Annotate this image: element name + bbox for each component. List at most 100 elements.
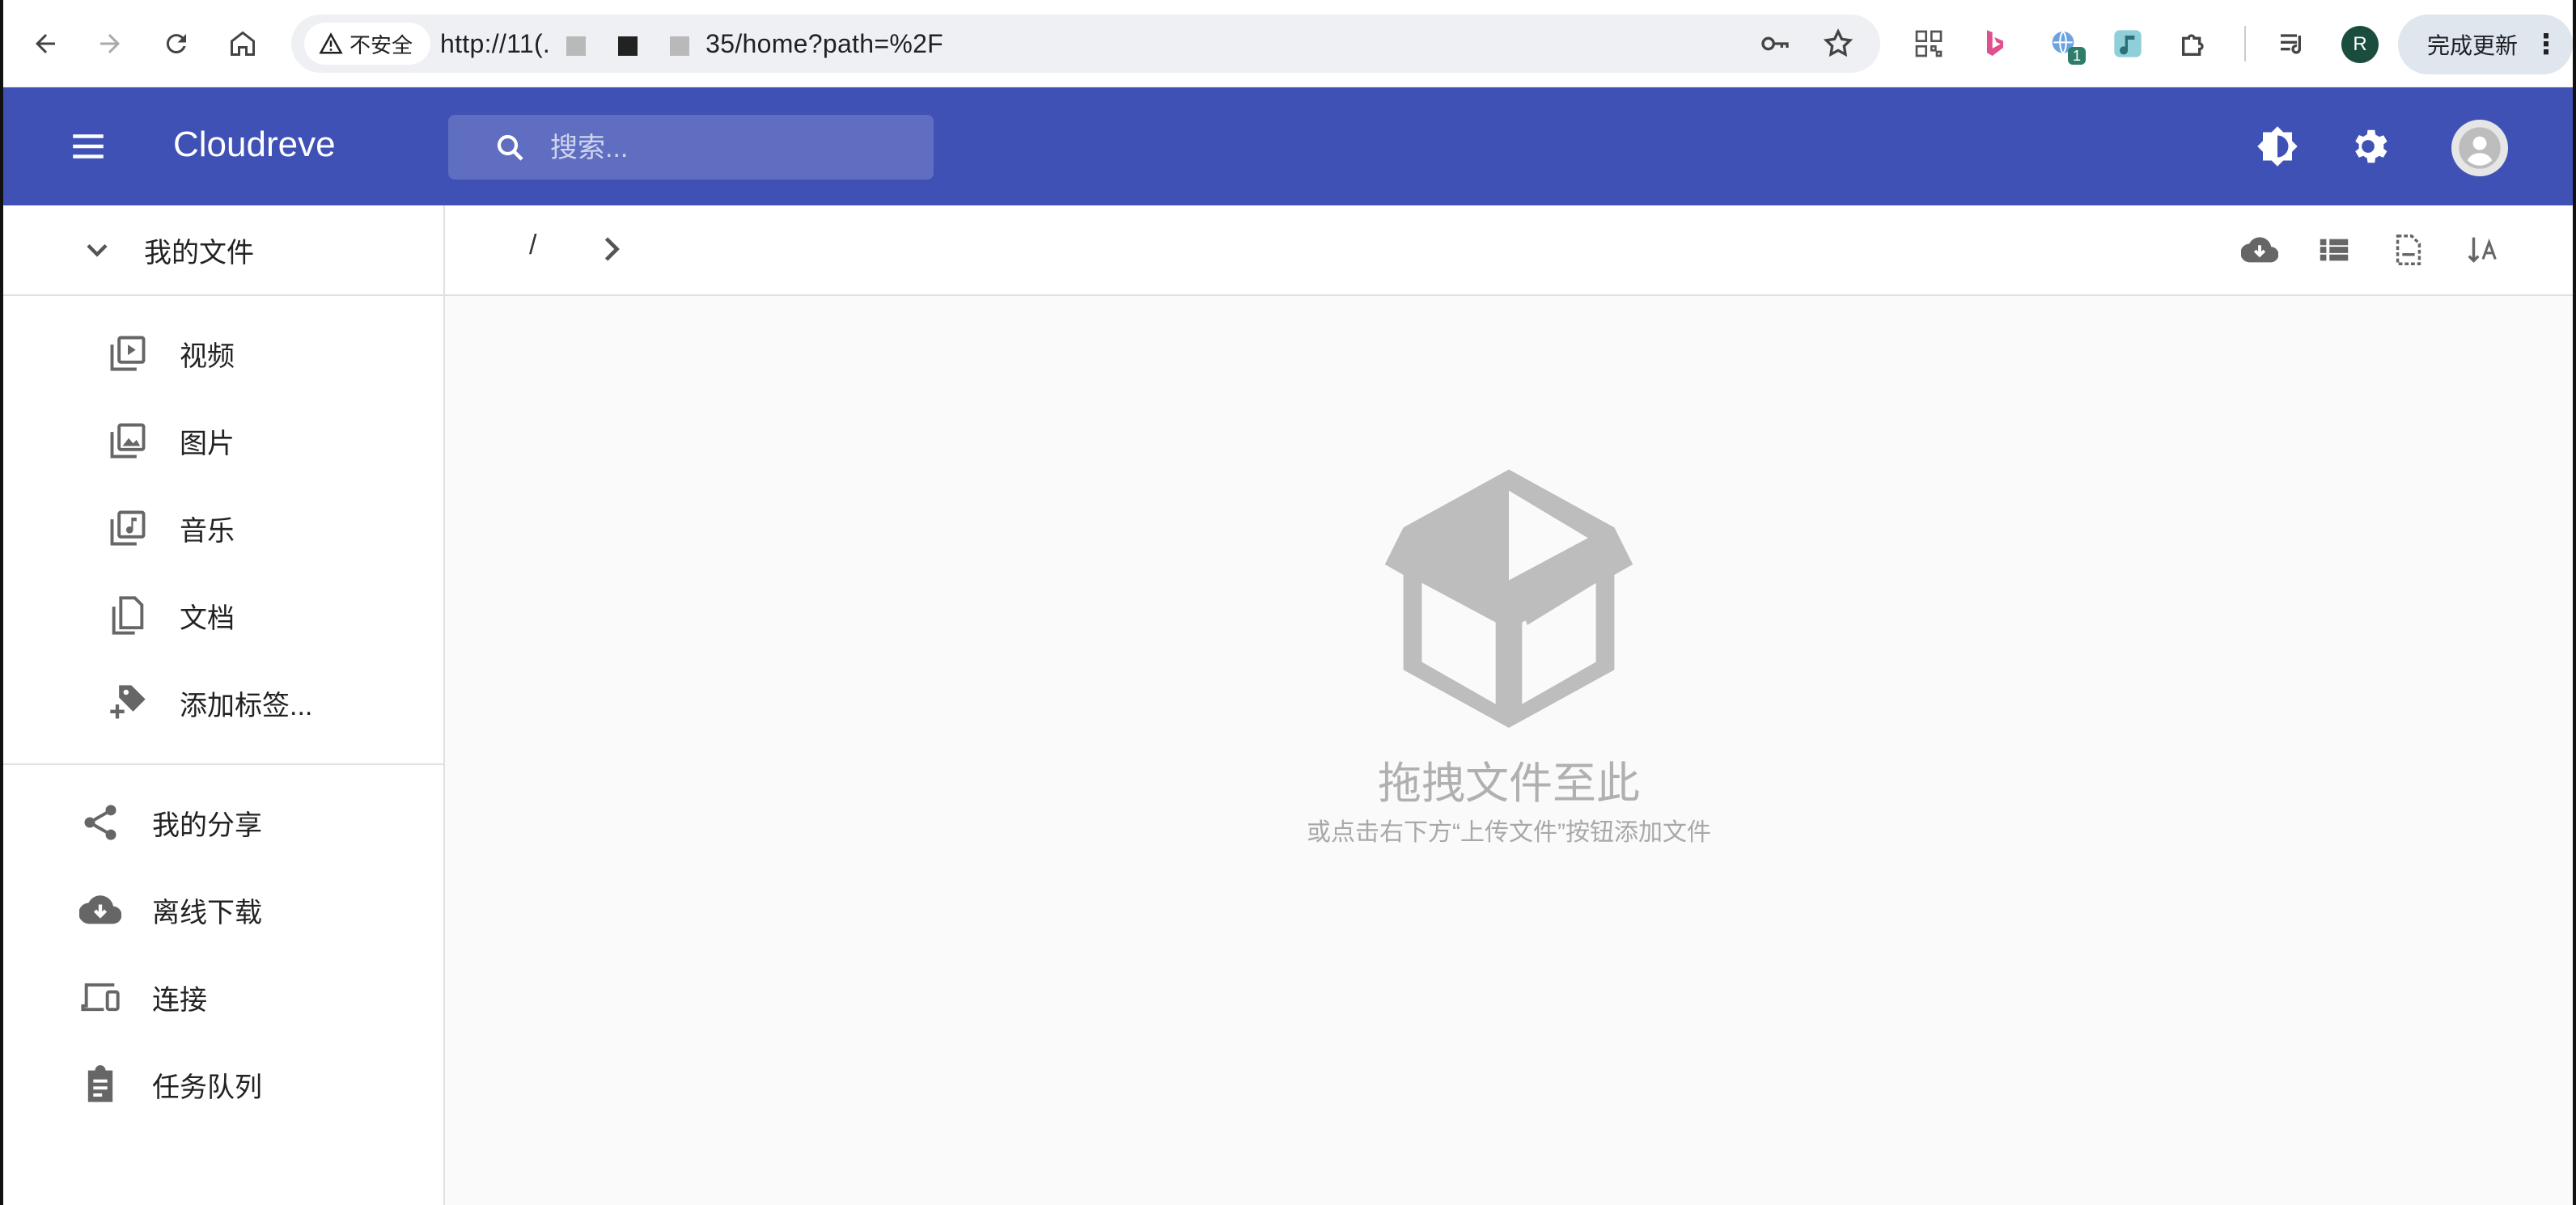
share-icon [84, 805, 117, 840]
extension-qr[interactable] [1908, 23, 1950, 65]
home-button[interactable] [218, 19, 267, 68]
clipboard-icon [87, 1065, 113, 1102]
sidebar-item-label: 我的文件 [144, 237, 254, 268]
sidebar-item-label: 文档 [180, 602, 235, 634]
user-avatar[interactable] [2451, 120, 2508, 176]
security-label: 不安全 [350, 32, 413, 57]
extensions-menu-button[interactable] [2173, 23, 2215, 65]
sort-alpha-icon [2468, 237, 2497, 263]
add-tag-icon [110, 685, 146, 719]
sidebar-item-documents[interactable]: 文档 [107, 579, 235, 652]
sidebar-item-label: 任务队列 [152, 1072, 262, 1103]
sidebar-item-offline-download[interactable]: 离线下载 [79, 873, 262, 946]
update-button[interactable]: 完成更新 ⋮ [2398, 15, 2573, 74]
gear-icon [2355, 129, 2387, 163]
brightness-icon [2257, 126, 2298, 167]
search-input[interactable] [549, 125, 908, 171]
url-suffix: 35/home?path=%2F [705, 29, 944, 58]
url-prefix: http://11(. [440, 29, 551, 58]
sidebar-item-connect[interactable]: 连接 [79, 961, 207, 1034]
empty-state-title: 拖拽文件至此 [1378, 759, 1640, 808]
music-library-icon [110, 510, 146, 546]
reload-button[interactable] [152, 19, 201, 68]
sidebar-header: 我的文件 [3, 205, 443, 296]
sidebar: 我的文件 视频 图片 音乐 文档 添加标签... 我的分享 离线下载 连接 任务… [3, 205, 445, 1205]
window-edge-right [2573, 0, 2576, 1205]
sidebar-item-label: 离线下载 [152, 897, 262, 928]
update-button-label: 完成更新 [2427, 33, 2519, 58]
toolbar-divider [2244, 26, 2246, 61]
person-icon [2459, 127, 2501, 169]
file-dashed-icon [2396, 235, 2421, 265]
sidebar-item-label: 图片 [180, 428, 235, 459]
box-icon [1384, 469, 1633, 728]
url-text[interactable]: http://11(. 35/home?path=%2F [440, 29, 943, 59]
forward-button[interactable] [86, 19, 134, 68]
sidebar-item-label: 连接 [152, 984, 207, 1016]
sidebar-item-my-files[interactable]: 我的文件 [79, 214, 254, 286]
password-key-button[interactable] [1757, 26, 1793, 61]
reload-icon [166, 34, 186, 54]
playlist-music-icon [2281, 34, 2302, 54]
sidebar-item-label: 添加标签... [180, 690, 313, 721]
extension-music[interactable] [2107, 23, 2149, 65]
documents-icon [112, 596, 144, 635]
key-icon [1761, 36, 1789, 51]
extension-bing[interactable] [1974, 23, 2016, 65]
empty-state-subtitle: 或点击右下方“上传文件”按钮添加文件 [1307, 819, 1711, 846]
file-details-button[interactable] [2385, 226, 2432, 273]
browser-window: 不安全 http://11(. 35/home?path=%2F 1 R 完成更… [3, 0, 2573, 1205]
theme-toggle-button[interactable] [2251, 120, 2304, 173]
sidebar-divider [3, 763, 443, 765]
qr-code-icon [1915, 30, 1943, 57]
sidebar-item-task-queue[interactable]: 任务队列 [79, 1048, 262, 1121]
cloud-download-icon [79, 895, 121, 924]
file-drop-area[interactable]: 拖拽文件至此 或点击右下方“上传文件”按钮添加文件 [445, 294, 2573, 1205]
star-icon [1823, 28, 1854, 57]
sidebar-item-music[interactable]: 音乐 [107, 492, 235, 564]
redacted-block [670, 36, 690, 56]
profile-avatar[interactable]: R [2341, 26, 2379, 63]
sidebar-item-label: 视频 [180, 340, 235, 372]
music-note-icon [2114, 30, 2142, 57]
sidebar-item-my-shares[interactable]: 我的分享 [79, 786, 262, 859]
media-control-button[interactable] [2272, 23, 2314, 65]
offline-download-button[interactable] [2236, 226, 2283, 273]
video-library-icon [110, 336, 146, 371]
app-bar: Cloudreve [3, 87, 2573, 205]
redacted-block [566, 36, 587, 56]
bookmark-star-button[interactable] [1820, 26, 1856, 61]
bing-icon [1987, 30, 2003, 56]
search-box[interactable] [448, 115, 934, 180]
warning-icon [319, 32, 343, 54]
more-vert-icon: ⋮ [2532, 29, 2561, 60]
list-view-button[interactable] [2311, 226, 2358, 273]
sort-button[interactable] [2459, 226, 2506, 273]
forward-arrow-icon [100, 34, 120, 53]
sidebar-item-label: 音乐 [180, 515, 235, 547]
address-bar[interactable]: 不安全 http://11(. 35/home?path=%2F [291, 15, 1880, 73]
settings-button[interactable] [2341, 120, 2395, 173]
sidebar-item-add-tag[interactable]: 添加标签... [107, 666, 312, 739]
browser-toolbar: 不安全 http://11(. 35/home?path=%2F 1 R 完成更… [3, 0, 2573, 88]
sidebar-item-videos[interactable]: 视频 [107, 317, 235, 390]
extension-translate[interactable]: 1 [2042, 23, 2086, 65]
back-button[interactable] [21, 19, 70, 68]
sidebar-item-label: 我的分享 [152, 810, 262, 841]
app-title: Cloudreve [173, 125, 336, 164]
photo-library-icon [110, 423, 146, 459]
hamburger-menu-icon[interactable] [68, 126, 108, 167]
back-arrow-icon [36, 34, 55, 53]
home-icon [231, 31, 255, 56]
redacted-block [618, 36, 638, 56]
cloud-download-icon [2241, 237, 2278, 263]
devices-icon [81, 983, 120, 1012]
chevron-down-icon [87, 243, 108, 257]
search-icon [497, 134, 523, 161]
breadcrumb-root[interactable]: / [529, 230, 536, 261]
extension-badge: 1 [2067, 47, 2086, 65]
security-chip[interactable]: 不安全 [304, 23, 431, 65]
sidebar-item-images[interactable]: 图片 [107, 404, 235, 477]
chevron-right-icon[interactable] [591, 228, 633, 270]
file-toolbar: / [445, 205, 2573, 296]
